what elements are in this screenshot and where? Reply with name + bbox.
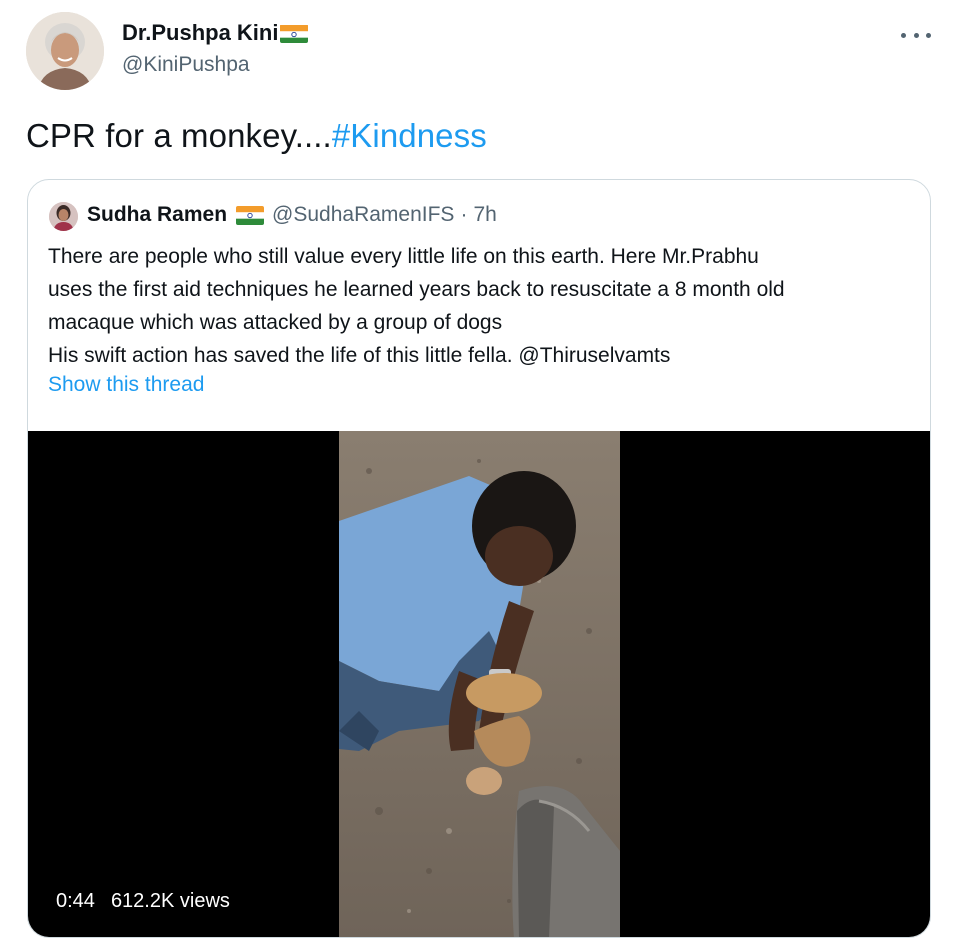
video-views: 612.2K views [110, 890, 230, 912]
quoted-author-name[interactable]: Sudha Ramen [87, 203, 227, 227]
quoted-tweet-line: uses the first aid techniques he learned… [48, 278, 785, 301]
quoted-tweet-line: His swift action has saved the life of t… [48, 344, 671, 367]
quoted-tweet-card[interactable]: Sudha Ramen @SudhaRamenIFS · 7h There ar… [27, 179, 931, 938]
hashtag-link[interactable]: #Kindness [332, 117, 487, 154]
video-meta: 0:44 612.2K views [56, 890, 230, 913]
tweet-text: CPR for a monkey....#Kindness [26, 117, 487, 155]
author-display-name[interactable]: Dr.Pushpa Kini [122, 20, 309, 46]
more-options-icon[interactable] [901, 28, 931, 42]
quoted-author-handle[interactable]: @SudhaRamenIFS [272, 203, 454, 227]
india-flag-icon [280, 24, 309, 43]
author-handle[interactable]: @KiniPushpa [122, 53, 250, 77]
tweet-body-text: CPR for a monkey.... [26, 117, 332, 154]
quoted-tweet-line: There are people who still value every l… [48, 245, 759, 268]
quoted-tweet-line: macaque which was attacked by a group of… [48, 311, 503, 334]
video-player[interactable]: 0:44 612.2K views [28, 431, 930, 937]
video-thumbnail [339, 431, 620, 937]
dot [913, 32, 919, 38]
quoted-tweet-text: There are people who still value every l… [48, 240, 918, 372]
author-name-text: Dr.Pushpa Kini [122, 20, 279, 45]
show-thread-link[interactable]: Show this thread [48, 373, 204, 397]
dot [926, 32, 931, 38]
separator-dot: · [460, 203, 468, 226]
quoted-author-avatar[interactable] [49, 202, 78, 231]
quoted-tweet-time[interactable]: 7h [473, 203, 496, 227]
india-flag-icon [236, 205, 265, 225]
dot [901, 32, 906, 38]
video-duration: 0:44 [56, 890, 95, 912]
author-avatar[interactable] [26, 12, 104, 90]
quoted-tweet-header: Sudha Ramen @SudhaRamenIFS · 7h [87, 203, 497, 227]
